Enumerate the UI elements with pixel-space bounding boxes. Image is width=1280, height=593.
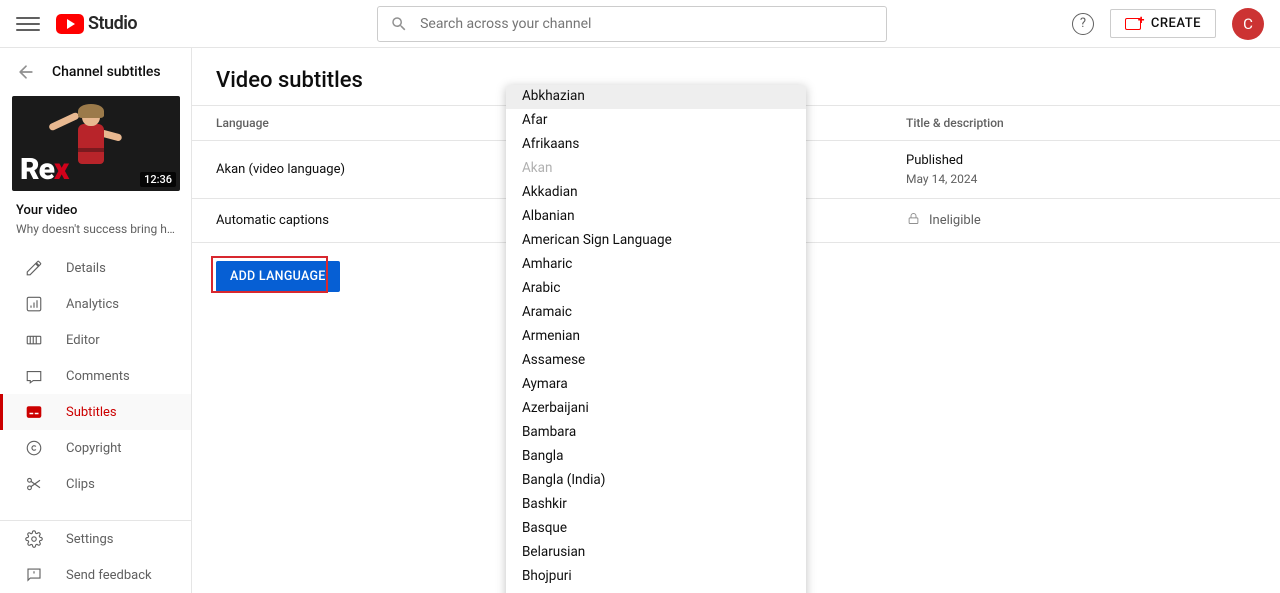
copyright-icon [24,438,44,458]
language-dropdown-list[interactable]: AbkhazianAfarAfrikaansAkanAkkadianAlbani… [506,85,806,593]
language-option[interactable]: Afar [506,109,806,133]
language-option[interactable]: Belarusian [506,541,806,565]
nav-label: Comments [66,369,130,384]
search-input[interactable] [420,16,874,32]
language-option[interactable]: Bislama [506,589,806,593]
language-option[interactable]: Afrikaans [506,133,806,157]
nav-copyright[interactable]: Copyright [0,430,191,466]
comments-icon [24,366,44,386]
video-duration: 12:36 [140,172,176,187]
nav-label: Copyright [66,441,122,456]
youtube-studio-logo[interactable]: Studio [56,13,137,34]
sidebar: Channel subtitles Rex 12:36 Your video W… [0,48,192,593]
language-option[interactable]: Aramaic [506,301,806,325]
feedback-icon [24,565,44,585]
video-thumbnail-container[interactable]: Rex 12:36 [0,96,191,191]
language-option[interactable]: Akkadian [506,181,806,205]
row-date: May 14, 2024 [906,172,1256,186]
language-option[interactable]: Arabic [506,277,806,301]
search-icon [390,15,408,33]
create-video-icon [1125,17,1143,31]
language-option[interactable]: Bangla [506,445,806,469]
add-language-button[interactable]: ADD LANGUAGE [216,261,340,292]
app-header: Studio ? CREATE C [0,0,1280,48]
nav-clips[interactable]: Clips [0,466,191,502]
back-arrow-icon[interactable] [16,62,36,82]
sidebar-title: Channel subtitles [52,64,161,80]
nav-editor[interactable]: Editor [0,322,191,358]
editor-icon [24,330,44,350]
row-status: Ineligible [929,213,981,228]
language-option[interactable]: Armenian [506,325,806,349]
nav-settings[interactable]: Settings [0,521,191,557]
nav-feedback[interactable]: Send feedback [0,557,191,593]
your-video-label: Your video [16,203,175,218]
nav-label: Clips [66,477,95,492]
language-option[interactable]: Bambara [506,421,806,445]
language-option: Akan [506,157,806,181]
nav-analytics[interactable]: Analytics [0,286,191,322]
account-avatar[interactable]: C [1232,8,1264,40]
row-status: Published [906,153,1256,168]
sidebar-header: Channel subtitles [0,48,191,96]
header-actions: ? CREATE C [1072,8,1264,40]
language-option[interactable]: Bashkir [506,493,806,517]
scissors-icon [24,474,44,494]
nav-label: Send feedback [66,568,152,583]
analytics-icon [24,294,44,314]
subtitles-icon [24,402,44,422]
pencil-icon [24,258,44,278]
logo-text: Studio [88,13,137,34]
nav-subtitles[interactable]: Subtitles [0,394,191,430]
language-option[interactable]: Basque [506,517,806,541]
language-option[interactable]: Bangla (India) [506,469,806,493]
language-option[interactable]: American Sign Language [506,229,806,253]
lock-icon [906,211,921,230]
column-language: Language [216,116,556,130]
row-language: Automatic captions [216,213,556,228]
hamburger-menu-icon[interactable] [16,12,40,36]
nav-comments[interactable]: Comments [0,358,191,394]
help-icon[interactable]: ? [1072,13,1094,35]
language-option[interactable]: Amharic [506,253,806,277]
language-option[interactable]: Albanian [506,205,806,229]
language-option[interactable]: Assamese [506,349,806,373]
language-dropdown[interactable]: AbkhazianAfarAfrikaansAkanAkkadianAlbani… [506,85,806,593]
create-button-label: CREATE [1151,16,1201,31]
nav-label: Analytics [66,297,119,312]
create-button[interactable]: CREATE [1110,9,1216,38]
nav-label: Subtitles [66,405,117,420]
gear-icon [24,529,44,549]
language-option[interactable]: Abkhazian [506,85,806,109]
video-title-text: Why doesn't success bring happines... [16,222,175,236]
video-thumbnail: Rex 12:36 [12,96,180,191]
search-box[interactable] [377,6,887,42]
nav-label: Settings [66,532,113,547]
nav-details[interactable]: Details [0,250,191,286]
sidebar-nav: Details Analytics Editor Comments Subtit… [0,250,191,520]
column-title-desc: Title & description [906,116,1256,130]
language-option[interactable]: Aymara [506,373,806,397]
language-option[interactable]: Bhojpuri [506,565,806,589]
your-video-section: Your video Why doesn't success bring hap… [0,191,191,236]
sidebar-footer: Settings Send feedback [0,520,191,593]
row-language: Akan (video language) [216,162,556,177]
main-content: Video subtitles Language Title & descrip… [192,48,1280,593]
nav-label: Editor [66,333,100,348]
nav-label: Details [66,261,106,276]
language-option[interactable]: Azerbaijani [506,397,806,421]
youtube-play-icon [56,14,84,34]
